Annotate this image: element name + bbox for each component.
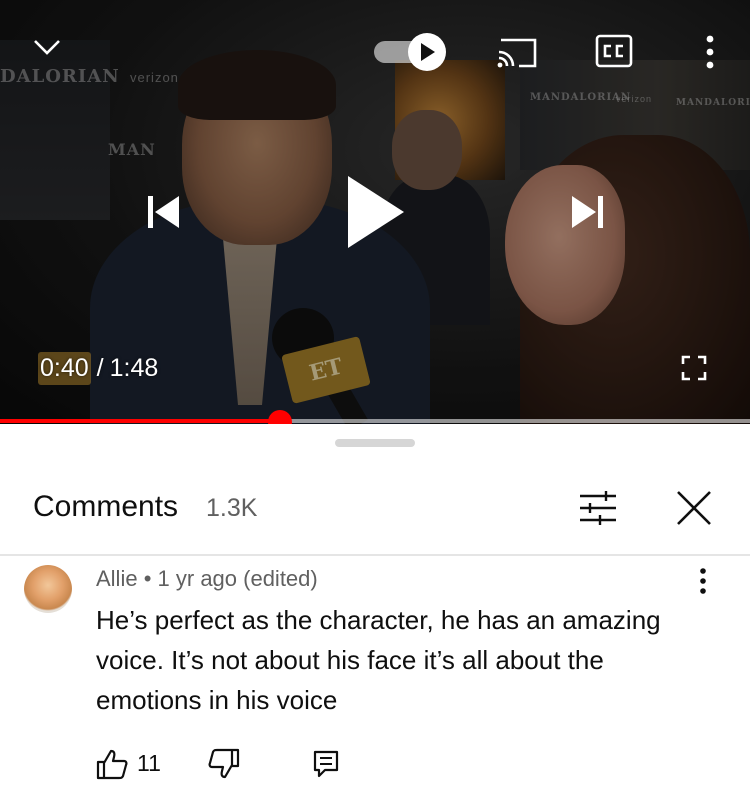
comment-more-button[interactable] — [688, 566, 718, 596]
thumbs-up-icon — [96, 749, 128, 780]
comment-author[interactable]: Allie — [96, 566, 138, 591]
minimize-button[interactable] — [28, 32, 66, 62]
autoplay-knob — [408, 33, 446, 71]
comments-panel: Comments 1.3K Allie • 1 yr ago (edited) … — [0, 424, 750, 806]
cc-icon — [595, 34, 633, 68]
meta-separator: • — [143, 566, 152, 591]
more-options-button[interactable] — [698, 34, 722, 70]
dislike-button[interactable] — [206, 746, 242, 782]
time-display: 0:40 / 1:48 — [38, 350, 158, 386]
comment-meta: Allie • 1 yr ago (edited) — [96, 566, 318, 592]
play-icon — [421, 43, 435, 61]
comments-count: 1.3K — [206, 494, 258, 522]
like-button[interactable] — [94, 746, 130, 782]
previous-button[interactable] — [138, 188, 188, 236]
cast-button[interactable] — [494, 33, 540, 71]
close-icon — [677, 491, 711, 525]
video-player[interactable]: ET DALORIAN verizon MAN MANDALORIAN veri… — [0, 0, 750, 424]
thumbs-down-icon — [208, 748, 240, 779]
comment-age: 1 yr ago (edited) — [157, 566, 318, 591]
comment-text: He’s perfect as the character, he has an… — [96, 605, 661, 715]
autoplay-toggle[interactable] — [374, 33, 446, 71]
next-button[interactable] — [563, 188, 613, 236]
chevron-down-icon — [34, 40, 60, 55]
reply-button[interactable] — [308, 746, 344, 782]
comments-title: Comments — [33, 490, 179, 523]
play-button[interactable] — [336, 168, 412, 256]
more-vert-icon — [700, 568, 706, 594]
cast-icon — [497, 38, 537, 68]
time-separator: / — [96, 353, 104, 382]
header-divider — [0, 554, 750, 556]
reply-icon — [313, 750, 339, 778]
fullscreen-icon — [681, 355, 707, 381]
drag-handle[interactable] — [335, 439, 415, 447]
fullscreen-button[interactable] — [678, 352, 710, 384]
captions-button[interactable] — [594, 34, 634, 68]
close-comments-button[interactable] — [672, 486, 716, 530]
sort-button[interactable] — [576, 486, 620, 530]
progress-played — [0, 419, 280, 423]
current-time: 0:40 — [38, 351, 91, 385]
play-icon — [348, 176, 404, 248]
like-count: 11 — [137, 750, 161, 776]
more-vert-icon — [706, 35, 714, 69]
previous-icon — [148, 196, 179, 228]
sort-filter-icon — [580, 491, 616, 525]
duration: 1:48 — [109, 353, 159, 382]
next-icon — [572, 196, 603, 228]
avatar[interactable] — [24, 565, 72, 613]
